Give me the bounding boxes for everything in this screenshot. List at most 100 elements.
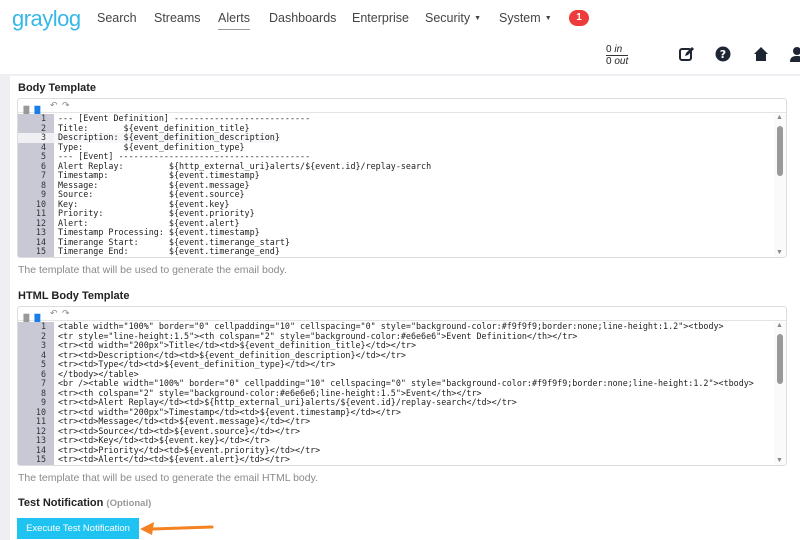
- code-line[interactable]: 5 --- [Event] ---------------------------…: [18, 151, 774, 162]
- line-number: 7: [18, 378, 54, 389]
- code-line[interactable]: 9 <tr><td>Alert Replay</td><td>${http_ext…: [18, 397, 774, 408]
- undo-icon[interactable]: ↶: [50, 308, 58, 319]
- top-navbar: graylog Search Streams Alerts Dashboards…: [0, 0, 800, 74]
- line-text: <tr><th colspan="2" style="background-co…: [58, 388, 482, 398]
- code-line[interactable]: 11 <tr><td>Message</td><td>${event.messag…: [18, 416, 774, 427]
- code-line[interactable]: 11 Priority: ${event.priority}: [18, 208, 774, 219]
- code-line[interactable]: 15 <tr><td>Alert</td><td>${event.alert}</…: [18, 454, 774, 465]
- edit-icon[interactable]: [678, 46, 694, 62]
- line-number: 4: [18, 350, 54, 360]
- line-text: Key: ${event.key}: [58, 199, 230, 209]
- line-text: Priority: ${event.priority}: [58, 209, 255, 218]
- line-number: 15: [18, 246, 54, 257]
- line-text: Description: ${event_definition_descript…: [54, 133, 280, 143]
- code-line[interactable]: 10 Key: ${event.key}: [18, 199, 774, 209]
- line-text: <tr><td>Key</td><td>${event.key}</td></t…: [58, 436, 270, 445]
- line-text: Timestamp: ${event.timestamp}: [58, 171, 260, 180]
- throughput-out-label: out: [614, 56, 629, 67]
- line-number: 2: [18, 331, 54, 341]
- redo-icon[interactable]: ↷: [62, 100, 70, 111]
- code-line[interactable]: 8 <tr><th colspan="2" style="background-c…: [18, 388, 774, 398]
- code-line[interactable]: 12 <tr><td>Source</td><td>${event.source}…: [18, 426, 774, 436]
- code-area[interactable]: 1 <table width="100%" border="0" cellpadd…: [18, 321, 774, 465]
- code-line[interactable]: 6 Alert Replay: ${http_external_uri}alert…: [18, 161, 774, 171]
- code-line[interactable]: 1 <table width="100%" border="0" cellpadd…: [18, 321, 774, 332]
- nav-system[interactable]: System ▼: [499, 11, 552, 25]
- code-line[interactable]: 14 <tr><td>Priority</td><td>${event.prior…: [18, 445, 774, 455]
- nav-security-label: Security: [425, 11, 471, 25]
- nav-search[interactable]: Search: [97, 11, 137, 25]
- throughput-indicator[interactable]: 0 in 0 out: [606, 44, 629, 67]
- code-line[interactable]: 7 Timestamp: ${event.timestamp}: [18, 170, 774, 181]
- nav-streams[interactable]: Streams: [154, 11, 201, 25]
- code-line[interactable]: 3 Description: ${event_definition_descrip…: [18, 132, 774, 143]
- code-line[interactable]: 5 <tr><td>Type</td><td>${event_definition…: [18, 359, 774, 370]
- html-body-template-editor[interactable]: ▮ ▮ ↶ ↷ 1 <table width="100%" border="0" …: [17, 306, 787, 466]
- code-line[interactable]: 7 <br /><table width="100%" border="0" ce…: [18, 378, 774, 389]
- code-line[interactable]: 8 Message: ${event.message}: [18, 180, 774, 190]
- line-text: <tr><td width="200px">Title</td><td>${ev…: [58, 341, 416, 350]
- line-number: 4: [18, 142, 54, 152]
- line-text: <tr style="line-height:1.5"><th colspan=…: [58, 331, 578, 341]
- code-line[interactable]: 6 </tbody></table>: [18, 369, 774, 379]
- graylog-logo[interactable]: graylog: [12, 6, 81, 32]
- nav-alerts[interactable]: Alerts: [218, 11, 250, 30]
- html-body-template-label: HTML Body Template: [18, 290, 130, 302]
- nav-dashboards[interactable]: Dashboards: [269, 11, 336, 25]
- body-template-label: Body Template: [18, 82, 97, 94]
- line-text: <tr><td>Description</td><td>${event_defi…: [58, 350, 406, 360]
- home-icon[interactable]: [753, 46, 769, 62]
- line-text: Alert: ${event.alert}: [58, 218, 240, 228]
- line-text: <tr><td>Source</td><td>${event.source}</…: [58, 426, 301, 436]
- html-body-template-help: The template that will be used to genera…: [18, 472, 318, 484]
- line-text: Source: ${event.source}: [58, 190, 245, 199]
- help-icon[interactable]: ?: [715, 46, 731, 62]
- code-line[interactable]: 14 Timerange Start: ${event.timerange_sta…: [18, 237, 774, 247]
- redo-icon[interactable]: ↷: [62, 308, 70, 319]
- code-line[interactable]: 1 --- [Event Definition] ----------------…: [18, 113, 774, 124]
- code-area[interactable]: 1 --- [Event Definition] ----------------…: [18, 113, 774, 257]
- code-line[interactable]: 2 <tr style="line-height:1.5"><th colspan…: [18, 331, 774, 341]
- scrollbar[interactable]: ▲ ▼: [774, 322, 786, 465]
- code-line[interactable]: 12 Alert: ${event.alert}: [18, 218, 774, 228]
- line-number: 7: [18, 170, 54, 181]
- throughput-in-value: 0: [606, 44, 612, 55]
- line-number: 5: [18, 151, 54, 162]
- code-line[interactable]: 4 Type: ${event_definition_type}: [18, 142, 774, 152]
- code-line[interactable]: 13 Timestamp Processing: ${event.timestam…: [18, 227, 774, 238]
- nav-system-label: System: [499, 11, 541, 25]
- code-line[interactable]: 4 <tr><td>Description</td><td>${event_def…: [18, 350, 774, 360]
- scrollbar[interactable]: ▲ ▼: [774, 114, 786, 257]
- code-line[interactable]: 2 Title: ${event_definition_title}: [18, 123, 774, 133]
- line-number: 3: [18, 340, 54, 351]
- line-text: <tr><td width="200px">Timestamp</td><td>…: [58, 407, 401, 417]
- editor-toolbar: ▮ ▮ ↶ ↷: [18, 99, 786, 120]
- line-text: Type: ${event_definition_type}: [58, 142, 245, 152]
- notification-badge[interactable]: 1: [569, 10, 589, 26]
- line-number: 3: [18, 132, 54, 143]
- code-line[interactable]: 15 Timerange End: ${event.timerange_end}: [18, 246, 774, 257]
- optional-tag: (Optional): [106, 498, 152, 509]
- line-text: Message: ${event.message}: [58, 180, 250, 190]
- line-text: --- [Event Definition] -----------------…: [58, 114, 311, 123]
- line-text: <br /><table width="100%" border="0" cel…: [58, 379, 754, 388]
- undo-icon[interactable]: ↶: [50, 100, 58, 111]
- line-number: 2: [18, 123, 54, 133]
- line-text: <table width="100%" border="0" cellpaddi…: [58, 322, 724, 331]
- test-notification-title: Test Notification: [18, 497, 104, 509]
- line-text: </tbody></table>: [58, 369, 139, 379]
- line-text: <tr><td>Message</td><td>${event.message}…: [58, 417, 311, 426]
- nav-enterprise[interactable]: Enterprise: [352, 11, 409, 25]
- line-number: 8: [18, 388, 54, 398]
- user-icon[interactable]: [789, 46, 800, 62]
- code-line[interactable]: 13 <tr><td>Key</td><td>${event.key}</td><…: [18, 435, 774, 446]
- line-text: Timestamp Processing: ${event.timestamp}: [58, 228, 260, 237]
- caret-down-icon: ▼: [544, 15, 552, 22]
- execute-test-notification-button[interactable]: Execute Test Notification: [17, 518, 139, 539]
- nav-security[interactable]: Security ▼: [425, 11, 481, 25]
- line-text: <tr><td>Priority</td><td>${event.priorit…: [58, 445, 321, 455]
- code-line[interactable]: 10 <tr><td width="200px">Timestamp</td><t…: [18, 407, 774, 417]
- code-line[interactable]: 3 <tr><td width="200px">Title</td><td>${e…: [18, 340, 774, 351]
- code-line[interactable]: 9 Source: ${event.source}: [18, 189, 774, 200]
- body-template-editor[interactable]: ▮ ▮ ↶ ↷ 1 --- [Event Definition] --------…: [17, 98, 787, 258]
